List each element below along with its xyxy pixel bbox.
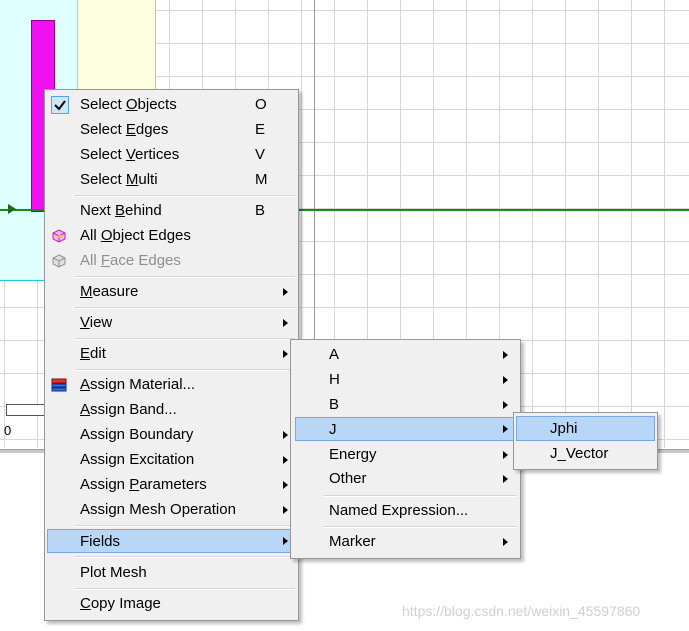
menu-separator bbox=[75, 338, 295, 340]
submenu-arrow-icon bbox=[283, 319, 288, 327]
menu-item-jphi[interactable]: Jphi bbox=[516, 416, 655, 441]
submenu-arrow-icon bbox=[503, 351, 508, 359]
ruler-zero-label: 0 bbox=[4, 423, 12, 438]
menu-item-select-vertices[interactable]: Select Vertices V bbox=[47, 143, 296, 167]
menu-item-select-objects[interactable]: Select Objects O bbox=[47, 93, 296, 117]
menu-item-field-h[interactable]: H bbox=[295, 368, 516, 392]
submenu-arrow-icon bbox=[283, 431, 288, 439]
menu-separator bbox=[75, 276, 295, 278]
submenu-arrow-icon bbox=[283, 506, 288, 514]
submenu-arrow-icon bbox=[503, 401, 508, 409]
menu-item-next-behind[interactable]: Next Behind B bbox=[47, 199, 296, 223]
menu-item-assign-parameters[interactable]: Assign Parameters bbox=[47, 473, 296, 497]
scale-ruler bbox=[6, 404, 48, 416]
checkmark-icon bbox=[51, 96, 69, 114]
menu-separator bbox=[75, 556, 295, 558]
submenu-arrow-icon bbox=[283, 350, 288, 358]
axis-arrow-icon bbox=[8, 204, 16, 214]
face-edges-icon bbox=[51, 253, 67, 269]
menu-item-fields[interactable]: Fields bbox=[47, 529, 296, 553]
submenu-arrow-icon bbox=[283, 537, 288, 545]
menu-separator bbox=[323, 495, 517, 497]
submenu-arrow-icon bbox=[503, 475, 508, 483]
submenu-arrow-icon bbox=[283, 481, 288, 489]
material-icon bbox=[51, 377, 67, 393]
menu-item-measure[interactable]: Measure bbox=[47, 280, 296, 304]
menu-separator bbox=[75, 307, 295, 309]
menu-item-all-object-edges[interactable]: All Object Edges bbox=[47, 224, 296, 248]
menu-item-field-other[interactable]: Other bbox=[295, 467, 516, 491]
watermark-text: https://blog.csdn.net/weixin_45597860 bbox=[402, 603, 641, 619]
context-menu: Select Objects O Select Edges E Select V… bbox=[44, 89, 299, 621]
fields-submenu: A H B J Energy Other Named Expression...… bbox=[290, 339, 521, 559]
menu-separator bbox=[75, 195, 295, 197]
menu-item-named-expression[interactable]: Named Expression... bbox=[295, 499, 516, 523]
menu-separator bbox=[75, 369, 295, 371]
menu-item-field-a[interactable]: A bbox=[295, 343, 516, 367]
menu-item-field-j[interactable]: J bbox=[295, 417, 516, 441]
submenu-arrow-icon bbox=[283, 456, 288, 464]
menu-item-assign-mesh-operation[interactable]: Assign Mesh Operation bbox=[47, 498, 296, 522]
submenu-arrow-icon bbox=[283, 288, 288, 296]
menu-item-assign-excitation[interactable]: Assign Excitation bbox=[47, 448, 296, 472]
menu-item-edit[interactable]: Edit bbox=[47, 342, 296, 366]
menu-separator bbox=[75, 588, 295, 590]
boundary-line bbox=[314, 0, 315, 350]
j-field-submenu: Jphi J_Vector bbox=[513, 412, 658, 470]
submenu-arrow-icon bbox=[503, 425, 508, 433]
menu-separator bbox=[323, 526, 517, 528]
menu-item-j-vector[interactable]: J_Vector bbox=[516, 442, 655, 466]
menu-item-assign-band[interactable]: Assign Band... bbox=[47, 398, 296, 422]
menu-item-view[interactable]: View bbox=[47, 311, 296, 335]
menu-item-assign-boundary[interactable]: Assign Boundary bbox=[47, 423, 296, 447]
menu-item-field-energy[interactable]: Energy bbox=[295, 443, 516, 467]
submenu-arrow-icon bbox=[503, 451, 508, 459]
submenu-arrow-icon bbox=[503, 376, 508, 384]
menu-item-marker[interactable]: Marker bbox=[295, 530, 516, 554]
menu-item-field-b[interactable]: B bbox=[295, 393, 516, 417]
menu-item-assign-material[interactable]: Assign Material... bbox=[47, 373, 296, 397]
menu-separator bbox=[75, 525, 295, 527]
menu-item-select-edges[interactable]: Select Edges E bbox=[47, 118, 296, 142]
menu-item-select-multi[interactable]: Select Multi M bbox=[47, 168, 296, 192]
submenu-arrow-icon bbox=[503, 538, 508, 546]
menu-item-copy-image[interactable]: Copy Image bbox=[47, 592, 296, 616]
menu-item-plot-mesh[interactable]: Plot Mesh bbox=[47, 561, 296, 585]
object-edges-icon bbox=[51, 228, 67, 244]
menu-item-all-face-edges[interactable]: All Face Edges bbox=[47, 249, 296, 273]
